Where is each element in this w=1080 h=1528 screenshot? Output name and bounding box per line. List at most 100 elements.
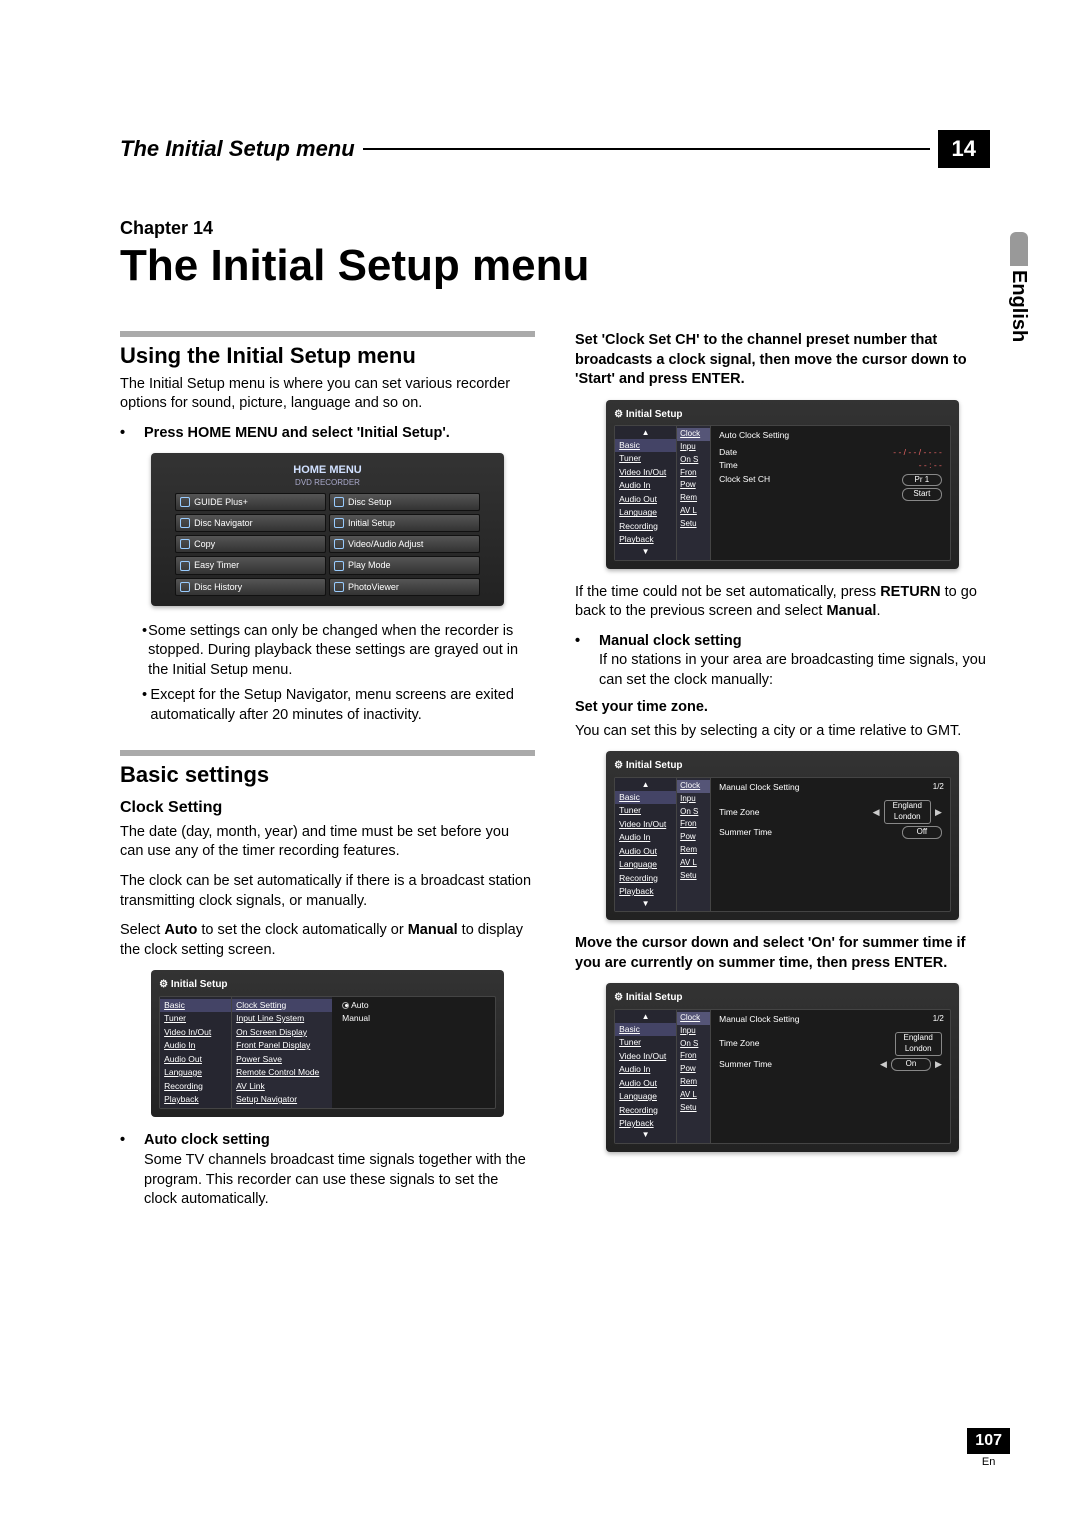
osd-main-panel: 1/2 Manual Clock Setting Time Zone ◀ Eng… — [711, 778, 950, 911]
timezone-field[interactable]: EnglandLondon — [884, 800, 931, 824]
osd-setting-item[interactable]: Setup Navigator — [232, 1093, 332, 1106]
osd-side-item[interactable]: Audio Out — [615, 493, 676, 506]
osd-side-item[interactable]: Basic — [615, 439, 676, 452]
arrow-right-icon[interactable]: ▶ — [935, 1058, 942, 1070]
osd-mid-item[interactable]: Inpu — [677, 1025, 710, 1038]
menu-guide-plus[interactable]: GUIDE Plus+ — [175, 493, 326, 511]
osd-setting-item[interactable]: Power Save — [232, 1053, 332, 1066]
osd-mid-item[interactable]: Inpu — [677, 793, 710, 806]
osd-mid-item[interactable]: On S — [677, 454, 710, 467]
osd-side-item[interactable]: Basic — [160, 999, 231, 1012]
osd-mid-item[interactable]: Rem — [677, 1076, 710, 1089]
osd-mid-item[interactable]: Setu — [677, 870, 710, 883]
osd-side-item[interactable]: Video In/Out — [160, 1026, 231, 1039]
osd-option-auto[interactable]: Auto — [338, 999, 489, 1012]
osd-initial-setup-basic: ⚙ Initial Setup Basic Tuner Video In/Out… — [151, 970, 504, 1117]
osd-setting-item[interactable]: Clock Setting — [232, 999, 332, 1012]
osd-mid-item[interactable]: Fron — [677, 1050, 710, 1063]
radio-on-icon — [342, 1002, 349, 1009]
osd-setting-item[interactable]: On Screen Display — [232, 1026, 332, 1039]
menu-disc-setup[interactable]: Disc Setup — [329, 493, 480, 511]
osd-mid-item[interactable]: Clock — [677, 780, 710, 793]
note-bullet: • Except for the Setup Navigator, menu s… — [142, 686, 535, 725]
osd-side-item[interactable]: Basic — [615, 1023, 676, 1036]
osd-setting-item[interactable]: Input Line System — [232, 1012, 332, 1025]
osd-mid-item[interactable]: Setu — [677, 518, 710, 531]
osd-setting-item[interactable]: Remote Control Mode — [232, 1066, 332, 1079]
channel-field[interactable]: Pr 1 — [902, 474, 942, 487]
two-column-layout: Using the Initial Setup menu The Initial… — [120, 331, 990, 1216]
summer-time-field[interactable]: On — [891, 1058, 931, 1071]
osd-title: ⚙ Initial Setup — [614, 408, 951, 422]
osd-side-item[interactable]: Recording — [615, 520, 676, 533]
menu-disc-navigator[interactable]: Disc Navigator — [175, 514, 326, 532]
osd-side-item[interactable]: Basic — [615, 791, 676, 804]
osd-mid-item[interactable]: Pow — [677, 479, 710, 492]
osd-mid-item[interactable]: On S — [677, 806, 710, 819]
menu-play-mode[interactable]: Play Mode — [329, 556, 480, 574]
osd-side-item[interactable]: Tuner — [615, 1036, 676, 1049]
osd-side-item[interactable]: Recording — [615, 872, 676, 885]
osd-side-item[interactable]: Playback — [615, 1117, 676, 1130]
osd-side-item[interactable]: Language — [615, 506, 676, 519]
osd-side-item[interactable]: Playback — [615, 885, 676, 898]
summer-time-field[interactable]: Off — [902, 826, 942, 839]
osd-side-item[interactable]: Language — [615, 858, 676, 871]
osd-side-item[interactable]: Tuner — [615, 804, 676, 817]
osd-row-summer-time: Summer Time Off — [719, 825, 942, 840]
osd-panel-title: Manual Clock Setting — [719, 782, 942, 793]
osd-mid-item[interactable]: Fron — [677, 818, 710, 831]
arrow-left-icon[interactable]: ◀ — [873, 806, 880, 818]
osd-mid-item[interactable]: Rem — [677, 844, 710, 857]
osd-mid-item[interactable]: Pow — [677, 1063, 710, 1076]
osd-mid-item[interactable]: AV L — [677, 857, 710, 870]
osd-side-item[interactable]: Language — [615, 1090, 676, 1103]
osd-setting-item[interactable]: Front Panel Display — [232, 1039, 332, 1052]
osd-side-item[interactable]: Video In/Out — [615, 818, 676, 831]
osd-side-item[interactable]: Tuner — [160, 1012, 231, 1025]
osd-mid-item[interactable]: Clock — [677, 428, 710, 441]
osd-side-item[interactable]: Audio Out — [615, 1077, 676, 1090]
osd-mid-item[interactable]: Rem — [677, 492, 710, 505]
osd-side-item[interactable]: Audio In — [615, 831, 676, 844]
osd-row-timezone: Time Zone ◀ EnglandLondon ▶ — [719, 799, 942, 825]
osd-side-item[interactable]: Audio In — [615, 1063, 676, 1076]
osd-setting-item[interactable]: AV Link — [232, 1080, 332, 1093]
osd-option-manual[interactable]: Manual — [338, 1012, 489, 1025]
arrow-right-icon[interactable]: ▶ — [935, 806, 942, 818]
osd-panel-title: Auto Clock Setting — [719, 430, 942, 441]
menu-copy[interactable]: Copy — [175, 535, 326, 553]
osd-side-item[interactable]: Playback — [615, 533, 676, 546]
osd-mid-item[interactable]: AV L — [677, 505, 710, 518]
osd-side-item[interactable]: Language — [160, 1066, 231, 1079]
menu-initial-setup[interactable]: Initial Setup — [329, 514, 480, 532]
osd-side-item[interactable]: Audio Out — [615, 845, 676, 858]
menu-disc-history[interactable]: Disc History — [175, 578, 326, 596]
osd-home-menu: HOME MENU DVD RECORDER GUIDE Plus+ Disc … — [151, 453, 504, 605]
osd-side-item[interactable]: Audio In — [615, 479, 676, 492]
menu-video-audio-adjust[interactable]: Video/Audio Adjust — [329, 535, 480, 553]
osd-side-item[interactable]: Playback — [160, 1093, 231, 1106]
start-button[interactable]: Start — [902, 488, 942, 501]
osd-mid-item[interactable]: Fron — [677, 467, 710, 480]
page-number-block: 107 En — [967, 1428, 1010, 1468]
osd-mid-item[interactable]: Clock — [677, 1012, 710, 1025]
menu-photoviewer[interactable]: PhotoViewer — [329, 578, 480, 596]
instruction-text: Press HOME MENU and select 'Initial Setu… — [144, 424, 535, 444]
timezone-field[interactable]: EnglandLondon — [895, 1032, 942, 1056]
osd-side-item[interactable]: Video In/Out — [615, 1050, 676, 1063]
osd-mid-item[interactable]: AV L — [677, 1089, 710, 1102]
osd-mid-item[interactable]: Setu — [677, 1102, 710, 1115]
osd-side-item[interactable]: Audio In — [160, 1039, 231, 1052]
paragraph: The date (day, month, year) and time mus… — [120, 823, 535, 862]
osd-side-item[interactable]: Audio Out — [160, 1053, 231, 1066]
osd-side-item[interactable]: Tuner — [615, 452, 676, 465]
osd-mid-item[interactable]: Inpu — [677, 441, 710, 454]
osd-mid-item[interactable]: Pow — [677, 831, 710, 844]
osd-side-item[interactable]: Recording — [615, 1104, 676, 1117]
arrow-left-icon[interactable]: ◀ — [880, 1058, 887, 1070]
osd-side-item[interactable]: Recording — [160, 1080, 231, 1093]
osd-side-item[interactable]: Video In/Out — [615, 466, 676, 479]
menu-easy-timer[interactable]: Easy Timer — [175, 556, 326, 574]
osd-mid-item[interactable]: On S — [677, 1038, 710, 1051]
